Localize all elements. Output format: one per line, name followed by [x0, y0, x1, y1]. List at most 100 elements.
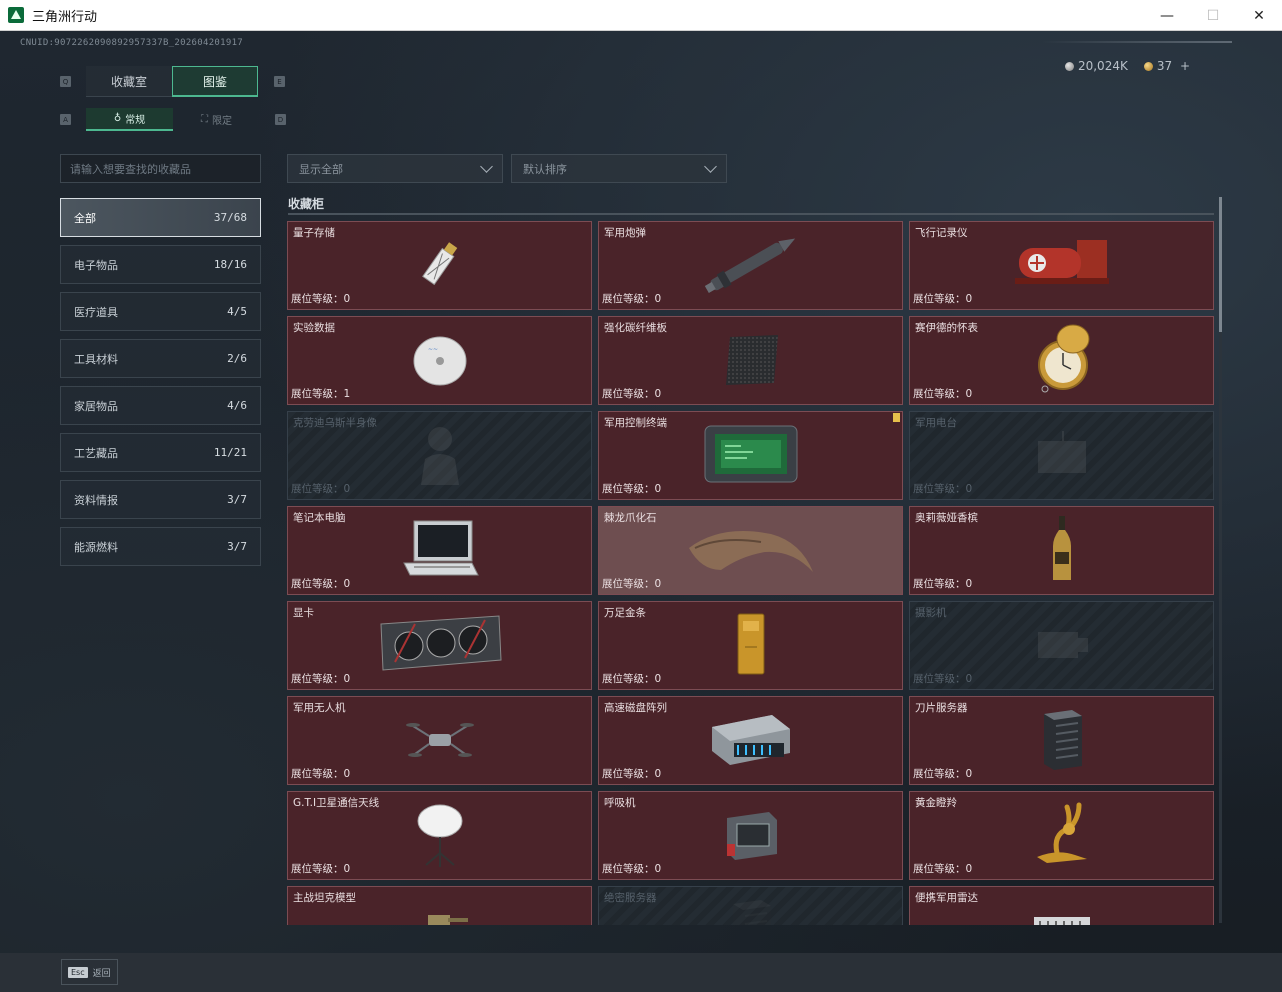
collection-card[interactable]: 赛伊德的怀表 展位等级：0 [909, 316, 1214, 405]
add-currency-button[interactable]: + [1180, 59, 1190, 73]
minimize-button[interactable]: — [1144, 0, 1190, 31]
tab-collection-room[interactable]: 收藏室 [86, 66, 172, 97]
maximize-button[interactable]: ☐ [1190, 0, 1236, 31]
key-hint-q: Q [60, 76, 71, 87]
collection-card[interactable]: 军用炮弹 展位等级：0 [598, 221, 903, 310]
collection-card[interactable]: 量子存储 展位等级：0 [287, 221, 592, 310]
chevron-down-icon [480, 159, 493, 173]
category-count: 3/7 [227, 493, 247, 506]
item-name: 飞行记录仪 [915, 227, 968, 239]
item-name: 主战坦克模型 [293, 892, 356, 904]
champagne-icon [1047, 514, 1077, 588]
collection-card[interactable]: 军用控制终端 展位等级：0 [598, 411, 903, 500]
back-button[interactable]: Esc 返回 [61, 959, 118, 985]
collection-card[interactable]: 奥莉薇娅香槟 展位等级：0 [909, 506, 1214, 595]
collection-card[interactable]: 笔记本电脑 展位等级：0 [287, 506, 592, 595]
category-intel[interactable]: 资料情报 3/7 [60, 480, 261, 519]
esc-key-icon: Esc [68, 966, 88, 978]
subtab-regular-label: 常规 [125, 115, 146, 126]
new-badge-icon [893, 413, 900, 422]
main-tabs: 收藏室 图鉴 [86, 66, 258, 97]
collection-card[interactable]: 刀片服务器 展位等级：0 [909, 696, 1214, 785]
item-name: 军用无人机 [293, 702, 346, 714]
collection-card[interactable]: 显卡 展位等级：0 [287, 601, 592, 690]
display-level-label: 展位等级： [291, 673, 344, 685]
display-level: 展位等级：0 [913, 766, 972, 781]
collection-card[interactable]: 摄影机展位等级：0 [909, 601, 1214, 690]
display-level-label: 展位等级： [913, 768, 966, 780]
subtab-limited[interactable]: ⛶ 限定 [173, 108, 260, 131]
collection-card[interactable]: 主战坦克模型展位等级：0 [287, 886, 592, 925]
subtab-regular[interactable]: ♁ 常规 [86, 108, 173, 131]
carbon-plate-icon [716, 329, 786, 393]
golden-gazelle-icon [1027, 799, 1097, 873]
category-household[interactable]: 家居物品 4/6 [60, 386, 261, 425]
display-level-label: 展位等级： [913, 578, 966, 590]
item-name: 呼吸机 [604, 797, 636, 809]
display-level: 展位等级：0 [291, 861, 350, 876]
category-energy[interactable]: 能源燃料 3/7 [60, 527, 261, 566]
display-level: 展位等级：0 [291, 481, 350, 496]
display-level-value: 0 [965, 388, 973, 400]
category-electronics[interactable]: 电子物品 18/16 [60, 245, 261, 284]
svg-text:~~: ~~ [428, 346, 438, 353]
display-level-value: 0 [343, 863, 351, 875]
search-input[interactable]: 请输入想要查找的收藏品 [60, 154, 261, 183]
graphics-card-icon [375, 612, 505, 680]
collection-card[interactable]: 棘龙爪化石 展位等级：0 [598, 506, 903, 595]
category-medical[interactable]: 医疗道具 4/5 [60, 292, 261, 331]
collection-card[interactable]: G.T.I卫星通信天线 展位等级：0 [287, 791, 592, 880]
collection-card[interactable]: 实验数据 ~~ 展位等级：1 [287, 316, 592, 405]
display-level-label: 展位等级： [291, 483, 344, 495]
app-logo-icon [8, 7, 24, 23]
item-name: 摄影机 [915, 607, 947, 619]
drone-icon [405, 712, 475, 770]
item-name: 奥莉薇娅香槟 [915, 512, 978, 524]
collection-card[interactable]: 军用无人机展位等级：0 [287, 696, 592, 785]
collection-card[interactable]: 强化碳纤维板 展位等级：0 [598, 316, 903, 405]
category-all[interactable]: 全部 37/68 [60, 198, 261, 237]
collection-card[interactable]: 呼吸机 展位等级：0 [598, 791, 903, 880]
filter-dropdown[interactable]: 显示全部 [287, 154, 503, 183]
collection-card[interactable]: 便携军用雷达展位等级：0 [909, 886, 1214, 925]
collection-card[interactable]: 飞行记录仪 展位等级：0 [909, 221, 1214, 310]
collection-card[interactable]: 克劳迪乌斯半身像 展位等级：0 [287, 411, 592, 500]
silver-currency: 20,024K [1064, 59, 1128, 73]
category-label: 工具材料 [74, 352, 118, 366]
display-level: 展位等级：0 [291, 766, 350, 781]
sort-dropdown[interactable]: 默认排序 [511, 154, 727, 183]
cabinet-scrollbar[interactable] [1219, 197, 1222, 923]
collection-card[interactable]: 黄金瞪羚 展位等级：0 [909, 791, 1214, 880]
display-level-label: 展位等级： [291, 768, 344, 780]
display-level: 展位等级：0 [913, 386, 972, 401]
display-level: 展位等级：0 [913, 861, 972, 876]
collection-card[interactable]: 绝密服务器展位等级：0 [598, 886, 903, 925]
close-button[interactable]: ✕ [1236, 0, 1282, 31]
display-level: 展位等级：0 [913, 671, 972, 686]
collection-card[interactable]: 高速磁盘阵列 展位等级：0 [598, 696, 903, 785]
back-label: 返回 [92, 968, 111, 979]
laptop-icon [400, 517, 480, 585]
subtab-limited-label: 限定 [212, 116, 232, 127]
display-level: 展位等级：0 [602, 291, 661, 306]
scrollbar-thumb[interactable] [1219, 197, 1222, 332]
server-icon [1036, 706, 1088, 776]
display-level-value: 0 [654, 293, 662, 305]
display-level-value: 0 [343, 768, 351, 780]
currency-bar: 20,024K 37 + [1064, 59, 1190, 73]
category-crafts[interactable]: 工艺藏品 11/21 [60, 433, 261, 472]
display-level-label: 展位等级： [602, 863, 655, 875]
display-level: 展位等级：0 [913, 481, 972, 496]
category-label: 家居物品 [74, 399, 118, 413]
display-level: 展位等级：0 [602, 481, 661, 496]
item-name: 强化碳纤维板 [604, 322, 667, 334]
display-level-label: 展位等级： [291, 578, 344, 590]
collection-card[interactable]: 军用电台 展位等级：0 [909, 411, 1214, 500]
tab-codex[interactable]: 图鉴 [172, 66, 258, 97]
disc-icon: ~~ [410, 329, 470, 393]
display-level-label: 展位等级： [602, 388, 655, 400]
collection-card[interactable]: 万足金条 展位等级：0 [598, 601, 903, 690]
disk-array-icon [706, 709, 796, 773]
control-terminal-icon [701, 422, 801, 490]
category-tools[interactable]: 工具材料 2/6 [60, 339, 261, 378]
